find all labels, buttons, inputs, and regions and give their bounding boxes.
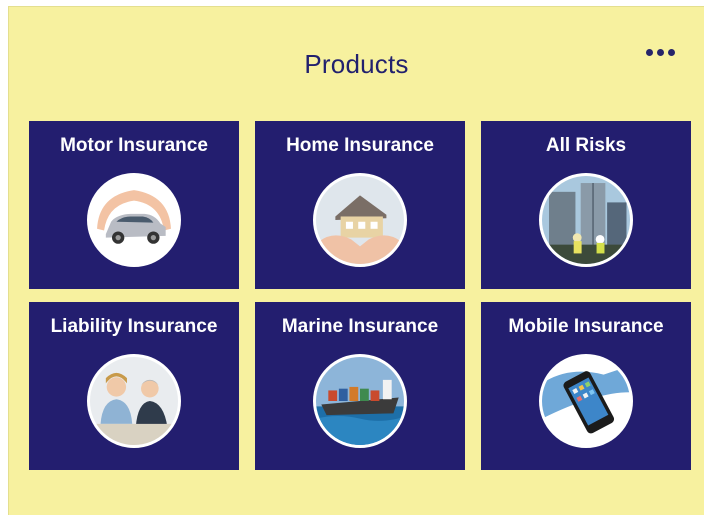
- product-card-label: Marine Insurance: [281, 316, 439, 337]
- product-card-mobile-insurance[interactable]: Mobile Insurance: [481, 302, 691, 470]
- product-card-label: Home Insurance: [286, 135, 434, 156]
- product-card-label: Mobile Insurance: [508, 316, 664, 337]
- product-card-home-insurance[interactable]: Home Insurance: [255, 121, 465, 289]
- construction-site-image: [539, 173, 633, 267]
- car-in-hands-image: [87, 173, 181, 267]
- products-screen: Products Motor Insurance Home Insurance …: [8, 6, 704, 515]
- dot: [645, 48, 653, 56]
- product-card-label: Motor Insurance: [60, 135, 208, 156]
- product-card-motor-insurance[interactable]: Motor Insurance: [29, 121, 239, 289]
- cargo-ship-image: [313, 354, 407, 448]
- product-card-liability-insurance[interactable]: Liability Insurance: [29, 302, 239, 470]
- product-card-all-risks[interactable]: All Risks: [481, 121, 691, 289]
- dot: [656, 48, 664, 56]
- product-card-marine-insurance[interactable]: Marine Insurance: [255, 302, 465, 470]
- product-card-label: All Risks: [545, 135, 627, 156]
- page-title: Products: [304, 49, 409, 79]
- smartphone-image: [539, 354, 633, 448]
- business-meeting-image: [87, 354, 181, 448]
- more-options-icon[interactable]: [642, 45, 678, 59]
- product-card-label: Liability Insurance: [50, 316, 218, 337]
- products-grid: Motor Insurance Home Insurance All Risks…: [29, 121, 691, 470]
- house-in-hands-image: [313, 173, 407, 267]
- dot: [667, 48, 675, 56]
